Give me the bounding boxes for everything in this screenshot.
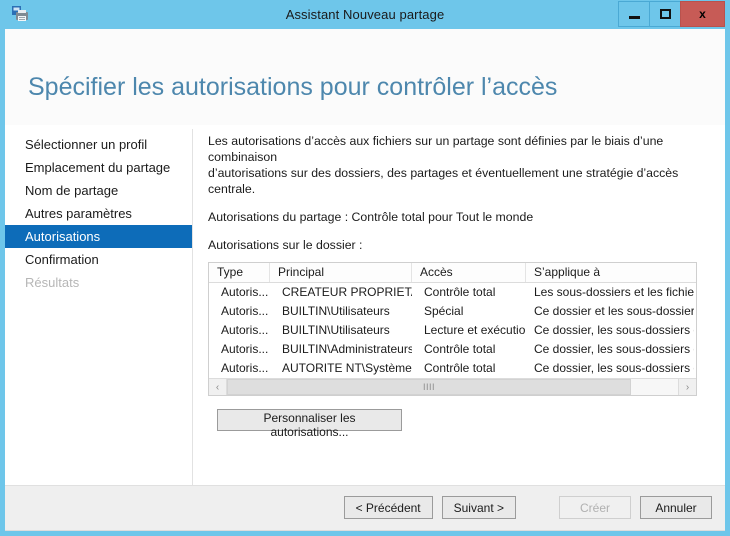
horizontal-scrollbar[interactable]: ‹ IIII › xyxy=(209,378,696,395)
minimize-icon xyxy=(628,15,640,19)
table-row[interactable]: Autoris... AUTORITE NT\Système Contrôle … xyxy=(209,359,696,378)
cell-principal: BUILTIN\Utilisateurs xyxy=(282,304,390,318)
maximize-button[interactable] xyxy=(649,1,680,27)
customize-permissions-button[interactable]: Personnaliser les autorisations... xyxy=(217,409,402,439)
shared-folder-icon xyxy=(11,4,31,24)
cell-applies-to: Ce dossier et les sous-dossiers xyxy=(534,304,694,318)
cell-type: Autoris... xyxy=(221,323,269,337)
folder-permissions-label: Autorisations sur le dossier : xyxy=(208,238,363,252)
previous-button[interactable]: < Précédent xyxy=(343,496,433,519)
cell-principal: BUILTIN\Administrateurs xyxy=(282,342,412,356)
cell-type: Autoris... xyxy=(221,342,269,356)
maximize-icon xyxy=(659,9,671,19)
scroll-left-arrow-icon[interactable]: ‹ xyxy=(209,379,227,395)
scroll-right-arrow-icon[interactable]: › xyxy=(678,379,696,395)
cell-access: Contrôle total xyxy=(424,361,496,375)
sidebar-item-share-name[interactable]: Nom de partage xyxy=(5,179,192,202)
share-permissions-text: Autorisations du partage : Contrôle tota… xyxy=(208,210,534,224)
scrollbar-track[interactable]: IIII xyxy=(227,379,678,395)
cell-access: Contrôle total xyxy=(424,285,496,299)
sidebar-item-share-location[interactable]: Emplacement du partage xyxy=(5,156,192,179)
column-header-access[interactable]: Accès xyxy=(412,263,526,282)
window-title: Assistant Nouveau partage xyxy=(285,7,445,22)
cell-applies-to: Ce dossier, les sous-dossiers et les f xyxy=(534,342,694,356)
scrollbar-thumb[interactable]: IIII xyxy=(227,379,631,395)
wizard-steps-nav: Sélectionner un profil Emplacement du pa… xyxy=(5,133,192,294)
description-line-2: d’autorisations sur des dossiers, des pa… xyxy=(208,166,679,196)
table-header-row: Type Principal Accès S’applique à xyxy=(209,263,696,283)
cell-type: Autoris... xyxy=(221,304,269,318)
cell-applies-to: Les sous-dossiers et les fichiers seu xyxy=(534,285,694,299)
table-row[interactable]: Autoris... BUILTIN\Administrateurs Contr… xyxy=(209,340,696,359)
window-controls: x xyxy=(618,1,725,27)
cell-principal: AUTORITE NT\Système xyxy=(282,361,412,375)
cell-access: Contrôle total xyxy=(424,342,496,356)
sidebar-item-other-settings[interactable]: Autres paramètres xyxy=(5,202,192,225)
wizard-window: Assistant Nouveau partage x Spécifier le… xyxy=(0,0,730,536)
permissions-table: Type Principal Accès S’applique à Autori… xyxy=(208,262,697,396)
table-row[interactable]: Autoris... BUILTIN\Utilisateurs Spécial … xyxy=(209,302,696,321)
title-bar: Assistant Nouveau partage x xyxy=(5,0,725,29)
table-row[interactable]: Autoris... BUILTIN\Utilisateurs Lecture … xyxy=(209,321,696,340)
cell-type: Autoris... xyxy=(221,285,269,299)
description-line-1: Les autorisations d’accès aux fichiers s… xyxy=(208,134,664,164)
sidebar-item-select-profile[interactable]: Sélectionner un profil xyxy=(5,133,192,156)
minimize-button[interactable] xyxy=(618,1,649,27)
sidebar-item-confirmation[interactable]: Confirmation xyxy=(5,248,192,271)
scrollbar-grip-icon: IIII xyxy=(422,382,435,392)
description-text: Les autorisations d’accès aux fichiers s… xyxy=(208,133,720,197)
table-row[interactable]: Autoris... CREATEUR PROPRIETAI... Contrô… xyxy=(209,283,696,302)
column-header-type[interactable]: Type xyxy=(209,263,270,282)
wizard-footer: < Précédent Suivant > Créer Annuler xyxy=(5,485,725,530)
close-button[interactable]: x xyxy=(680,1,725,27)
cell-applies-to: Ce dossier, les sous-dossiers et les f xyxy=(534,323,694,337)
sidebar-divider xyxy=(192,129,193,503)
create-button: Créer xyxy=(559,496,631,519)
column-header-applies-to[interactable]: S’applique à xyxy=(526,263,694,282)
wizard-panel: Spécifier les autorisations pour contrôl… xyxy=(5,29,725,531)
page-title: Spécifier les autorisations pour contrôl… xyxy=(28,73,558,101)
cell-applies-to: Ce dossier, les sous-dossiers et les f xyxy=(534,361,694,375)
cell-access: Spécial xyxy=(424,304,464,318)
footer-buttons: < Précédent Suivant > Créer Annuler xyxy=(343,496,712,519)
cell-access: Lecture et exécution xyxy=(424,323,526,337)
next-button[interactable]: Suivant > xyxy=(441,496,516,519)
sidebar-item-permissions[interactable]: Autorisations xyxy=(5,225,192,248)
main-content: Les autorisations d’accès aux fichiers s… xyxy=(208,133,715,441)
cell-principal: CREATEUR PROPRIETAI... xyxy=(282,285,412,299)
cell-type: Autoris... xyxy=(221,361,269,375)
cancel-button[interactable]: Annuler xyxy=(640,496,712,519)
column-header-principal[interactable]: Principal xyxy=(270,263,412,282)
sidebar-item-results: Résultats xyxy=(25,275,80,290)
cell-principal: BUILTIN\Utilisateurs xyxy=(282,323,390,337)
